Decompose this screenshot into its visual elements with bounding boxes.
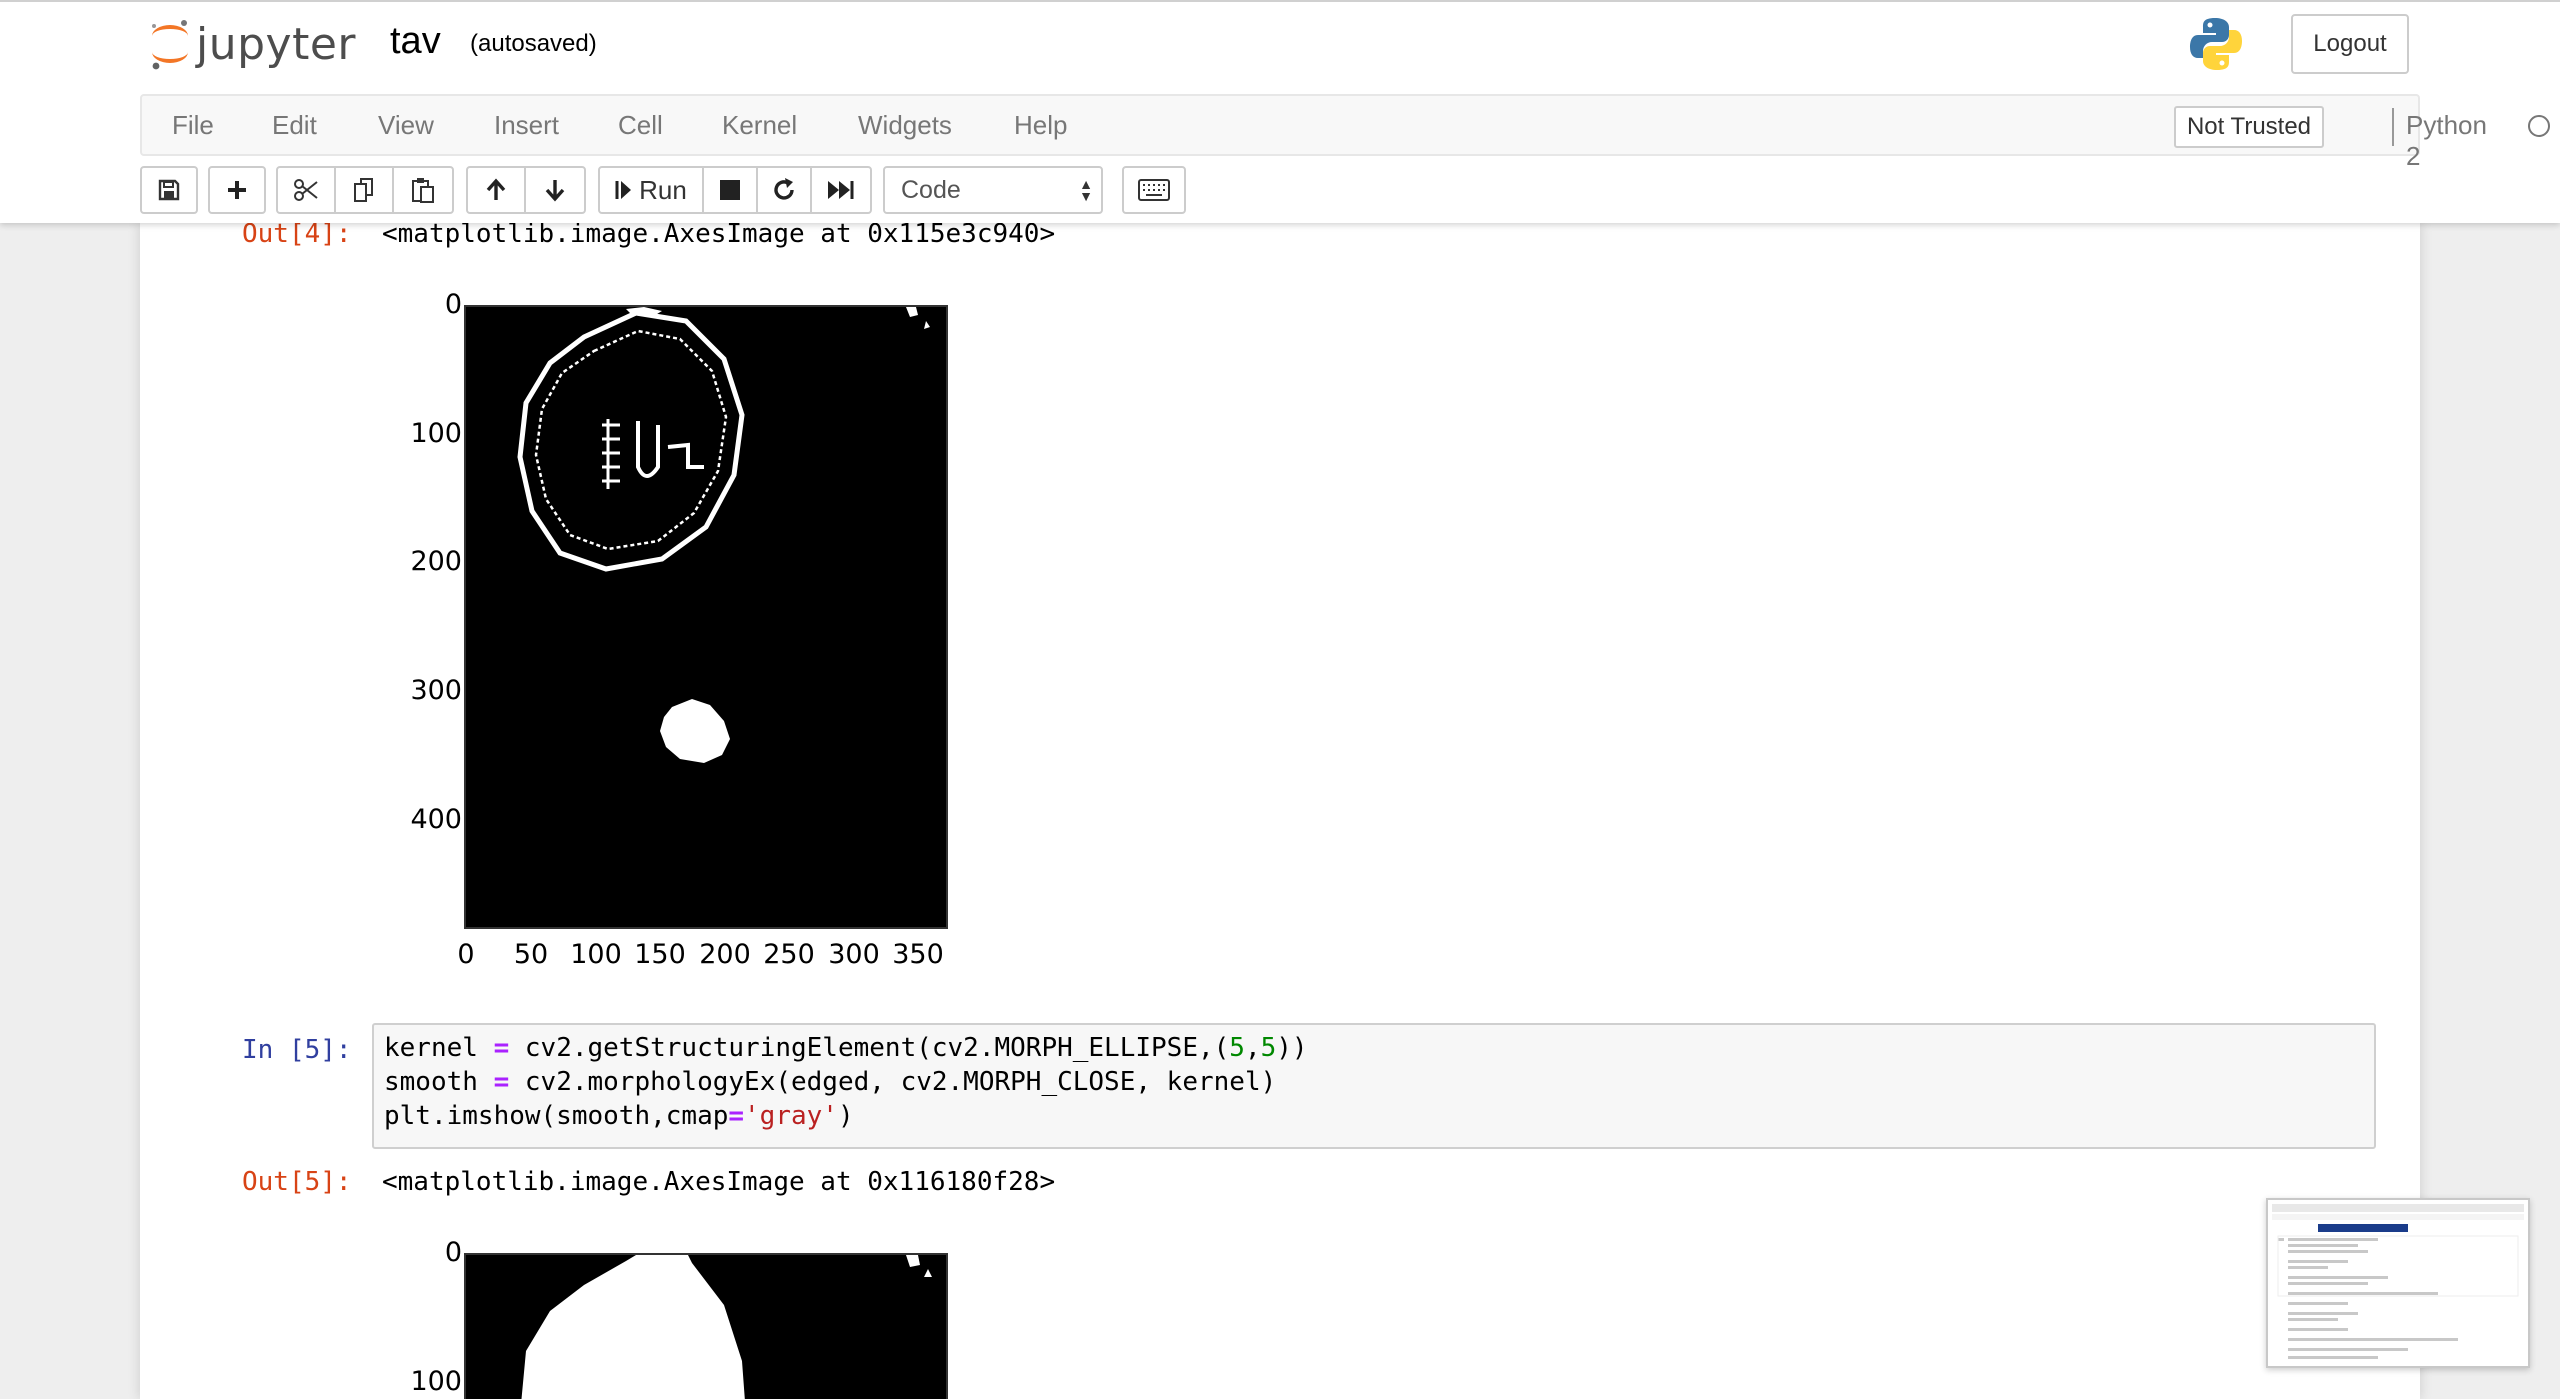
smooth-image [464, 1253, 948, 1399]
kernel-separator [2392, 108, 2394, 146]
code-token: plt.imshow(smooth,cmap [384, 1101, 729, 1131]
menu-insert[interactable]: Insert [494, 110, 559, 141]
arrow-up-icon [486, 178, 506, 200]
cut-button[interactable] [276, 166, 336, 214]
menu-cell[interactable]: Cell [618, 110, 663, 141]
cell-type-value: Code [901, 175, 961, 204]
code-token: cv2.morphologyEx(edged, cv2.MORPH_CLOSE,… [509, 1067, 1277, 1097]
code-token: )) [1276, 1033, 1308, 1063]
notebook-name[interactable]: tav [390, 20, 441, 63]
code-token: smooth [384, 1067, 494, 1097]
move-up-button[interactable] [466, 166, 526, 214]
header: jupyter tav (autosaved) Logout File Edit… [0, 0, 2560, 223]
menu-widgets[interactable]: Widgets [858, 110, 952, 141]
x-tick-label: 50 [513, 939, 549, 970]
insert-cell-button[interactable] [208, 166, 266, 214]
edged-image [464, 305, 948, 929]
code-number: 5 [1229, 1033, 1245, 1063]
cell-type-select[interactable]: Code ▲ ▼ [883, 166, 1103, 214]
restart-run-all-button[interactable] [810, 166, 872, 214]
code-editor[interactable]: kernel = cv2.getStructuringElement(cv2.M… [372, 1023, 2376, 1149]
code-line-3: plt.imshow(smooth,cmap='gray') [384, 1101, 854, 1131]
y-tick-label: 100 [410, 1366, 462, 1397]
menu-kernel[interactable]: Kernel [722, 110, 797, 141]
code-token: ) [837, 1101, 854, 1131]
menu-help[interactable]: Help [1014, 110, 1067, 141]
scissors-icon [294, 179, 318, 201]
x-tick-label: 200 [699, 939, 751, 970]
plus-icon [228, 181, 246, 199]
menu-file[interactable]: File [172, 110, 214, 141]
keyboard-icon [1138, 179, 1170, 201]
y-tick-label: 200 [410, 546, 462, 577]
code-operator: = [493, 1067, 510, 1097]
code-operator: = [493, 1033, 510, 1063]
copy-icon [354, 178, 373, 202]
x-tick-label: 300 [828, 939, 880, 970]
logo-text: jupyter [196, 18, 356, 70]
output-text: <matplotlib.image.AxesImage at 0x115e3c9… [382, 223, 1056, 249]
minimap-thumbnail[interactable] [2266, 1198, 2530, 1368]
restart-icon [774, 178, 794, 200]
menu-edit[interactable]: Edit [272, 110, 317, 141]
x-tick-label: 350 [892, 939, 944, 970]
select-arrows-icon: ▲ ▼ [1079, 176, 1093, 204]
x-tick-label: 150 [634, 939, 686, 970]
y-tick-label: 0 [444, 1237, 462, 1268]
save-button[interactable] [140, 166, 198, 214]
arrow-down-icon [545, 180, 565, 202]
x-tick-label: 250 [763, 939, 815, 970]
stop-icon [720, 180, 740, 200]
paste-icon [412, 178, 434, 203]
jupyter-logo-icon [152, 20, 188, 70]
not-trusted-button[interactable]: Not Trusted [2174, 106, 2324, 148]
kernel-name[interactable]: Python 2 [2406, 110, 2487, 172]
output-text: <matplotlib.image.AxesImage at 0x116180f… [382, 1167, 1056, 1197]
paste-button[interactable] [392, 166, 454, 214]
menu-view[interactable]: View [378, 110, 434, 141]
restart-kernel-button[interactable] [756, 166, 812, 214]
code-line-2: smooth = cv2.morphologyEx(edged, cv2.MOR… [384, 1067, 1276, 1097]
fast-forward-icon [828, 181, 854, 199]
output-prompt: Out[4]: [242, 223, 352, 249]
save-icon [158, 179, 180, 201]
move-down-button[interactable] [524, 166, 586, 214]
input-prompt: In [5]: [242, 1035, 352, 1065]
output-prompt: Out[5]: [242, 1167, 352, 1197]
code-line-1: kernel = cv2.getStructuringElement(cv2.M… [384, 1033, 1308, 1063]
interrupt-button[interactable] [702, 166, 758, 214]
y-tick-label: 400 [410, 804, 462, 835]
menubar: File Edit View Insert Cell Kernel Widget… [140, 94, 2550, 171]
autosave-status: (autosaved) [470, 30, 597, 57]
notebook-container[interactable]: Out[4]: <matplotlib.image.AxesImage at 0… [140, 223, 2420, 1399]
run-button[interactable]: Run [598, 166, 704, 214]
y-tick-label: 0 [444, 289, 462, 320]
step-forward-icon [615, 181, 632, 199]
python-logo-icon [2186, 14, 2246, 79]
copy-button[interactable] [334, 166, 394, 214]
code-token: cv2.getStructuringElement(cv2.MORPH_ELLI… [509, 1033, 1230, 1063]
code-operator: = [728, 1101, 745, 1131]
run-label: Run [639, 174, 687, 205]
kernel-idle-indicator-icon [2528, 115, 2550, 137]
jupyter-logo[interactable]: jupyter [148, 16, 356, 72]
code-string: 'gray' [744, 1101, 838, 1131]
y-tick-label: 300 [410, 675, 462, 706]
logout-button[interactable]: Logout [2291, 14, 2409, 74]
x-tick-label: 100 [570, 939, 622, 970]
code-token: kernel [384, 1033, 494, 1063]
command-palette-button[interactable] [1122, 166, 1186, 214]
x-tick-label: 0 [457, 939, 475, 970]
code-number: 5 [1260, 1033, 1277, 1063]
code-token: , [1244, 1033, 1261, 1063]
y-tick-label: 100 [410, 418, 462, 449]
